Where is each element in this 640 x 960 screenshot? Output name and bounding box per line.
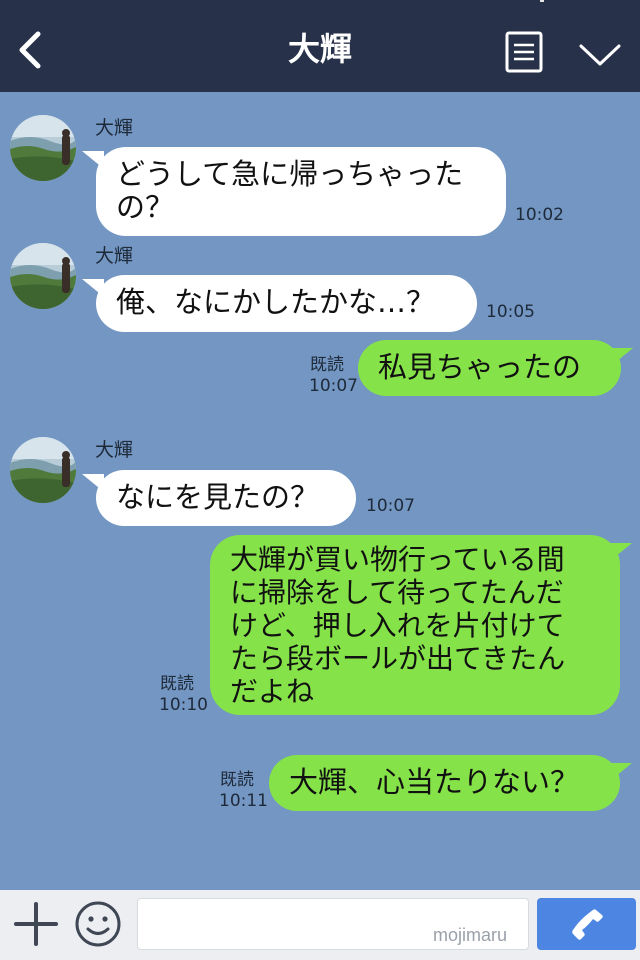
message-time: 10:11 xyxy=(219,791,268,811)
message-bubble[interactable]: 大輝が買い物行っている間 に掃除をして待ってたんだ けど、押し入れを片付けて た… xyxy=(210,535,632,715)
message-time: 10:05 xyxy=(486,302,535,322)
read-receipt: 既読 xyxy=(220,770,254,790)
message-bubble[interactable]: 私見ちゃったの xyxy=(358,340,633,396)
watermark: mojimaru xyxy=(433,925,508,945)
avatar[interactable] xyxy=(10,115,76,181)
call-button[interactable] xyxy=(537,898,636,950)
chat-header: 大輝 xyxy=(0,0,640,92)
message-bubble[interactable]: どうして急に帰っちゃった の？ xyxy=(82,147,506,236)
phone-icon xyxy=(572,909,603,940)
avatar[interactable] xyxy=(10,243,76,309)
message-bubble[interactable]: 俺、なにかしたかな…？ xyxy=(82,275,477,332)
chat-area: 大輝 どうして急に帰っちゃった の？ 10:02 大輝 俺、なにかしたかな…？ … xyxy=(0,92,640,890)
smile-icon[interactable] xyxy=(74,900,122,948)
message-time: 10:10 xyxy=(159,695,208,715)
sender-name: 大輝 xyxy=(95,117,134,139)
read-receipt: 既読 xyxy=(310,355,344,375)
status-mark xyxy=(540,0,544,2)
chat-title: 大輝 xyxy=(287,30,352,68)
read-receipt: 既読 xyxy=(160,674,194,694)
back-chevron-icon[interactable] xyxy=(14,30,44,70)
message-bubble[interactable]: なにを見たの？ xyxy=(82,470,356,526)
message-time: 10:07 xyxy=(309,376,358,396)
plus-icon[interactable] xyxy=(14,901,58,947)
message-time: 10:07 xyxy=(366,496,415,516)
sender-name: 大輝 xyxy=(95,439,134,461)
chevron-down-icon[interactable] xyxy=(578,40,622,70)
avatar[interactable] xyxy=(10,437,76,503)
sender-name: 大輝 xyxy=(95,245,134,267)
menu-list-icon[interactable] xyxy=(505,31,543,73)
message-time: 10:02 xyxy=(515,205,564,225)
message-bubble[interactable]: 大輝、心当たりない？ xyxy=(269,755,632,811)
